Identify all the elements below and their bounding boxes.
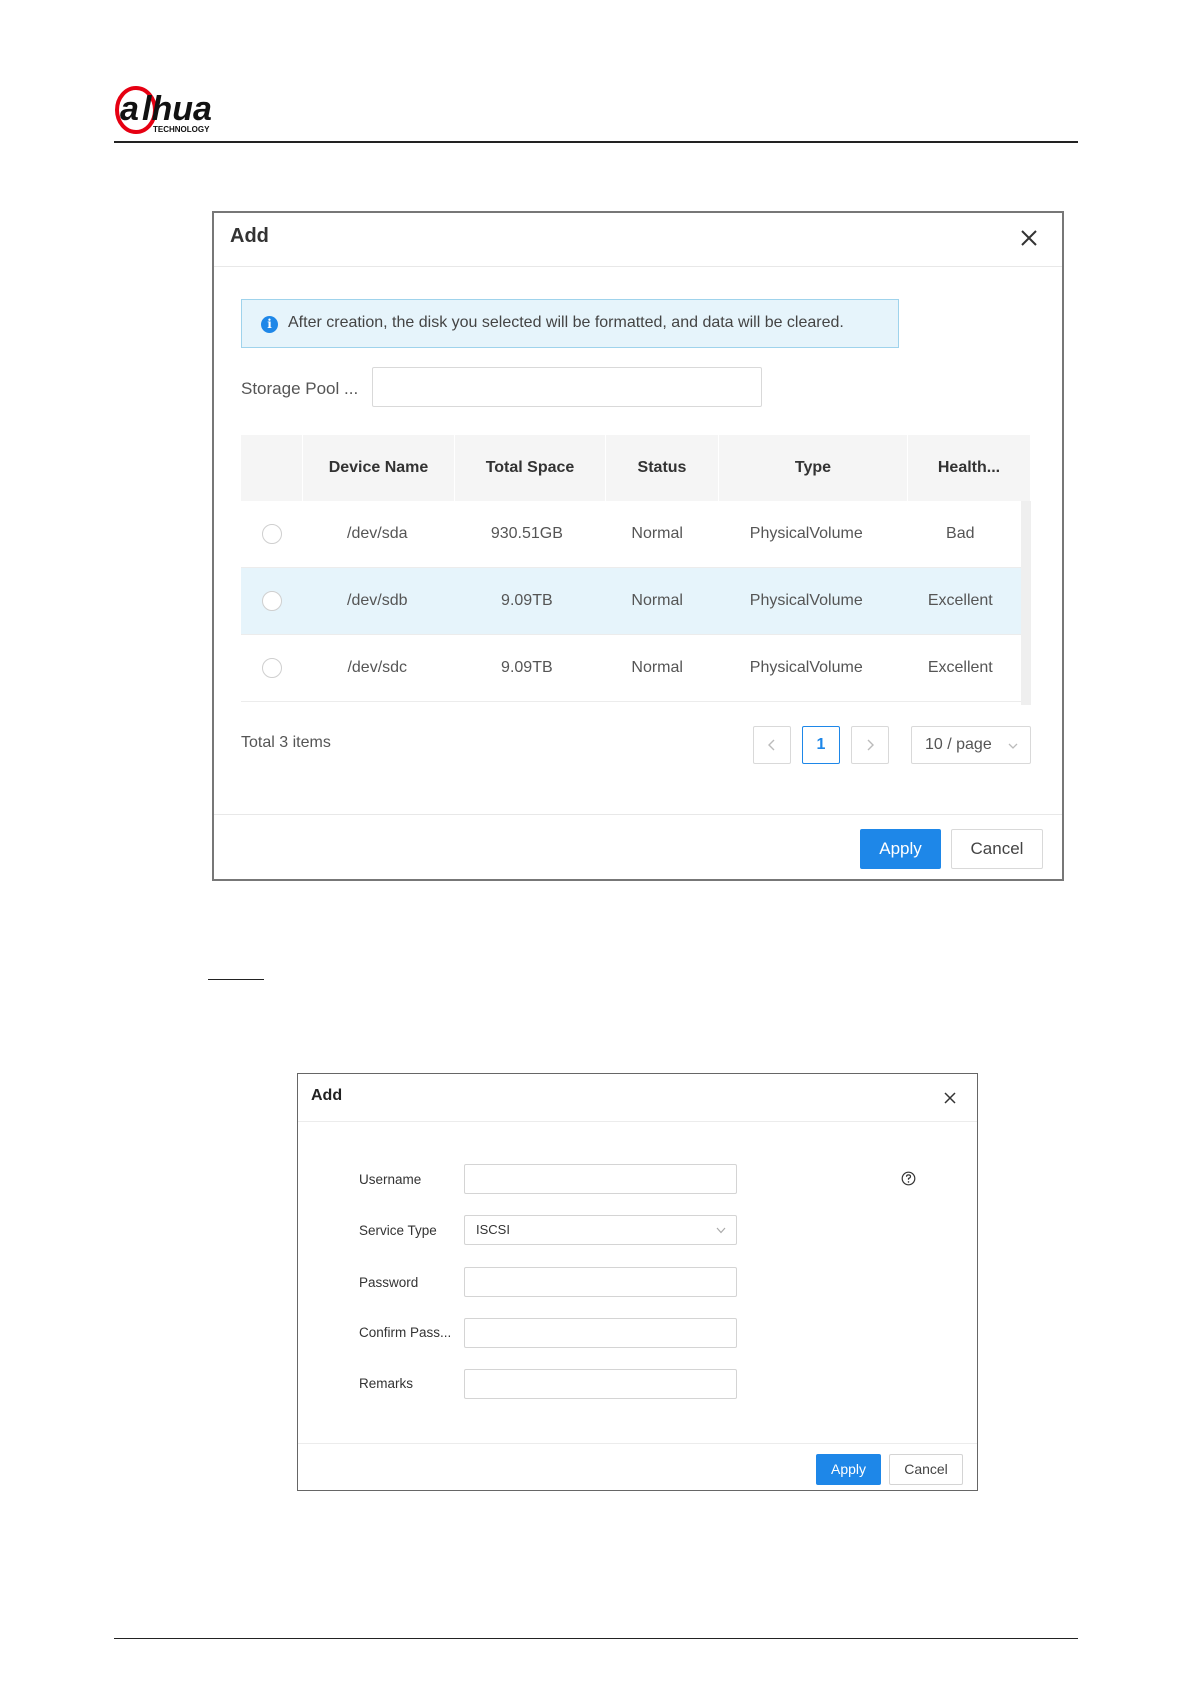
total-items-text: Total 3 items <box>241 734 331 751</box>
select-column-header <box>241 435 303 501</box>
total-space-cell: 9.09TB <box>501 659 553 676</box>
table-scrollbar[interactable] <box>1021 501 1031 705</box>
svg-text:TECHNOLOGY: TECHNOLOGY <box>153 125 210 134</box>
disk-table: Device Name Total Space Status Type Heal… <box>241 435 1031 705</box>
storage-pool-label: Storage Pool ... <box>241 379 359 398</box>
password-label: Password <box>359 1275 419 1290</box>
row-radio[interactable] <box>261 590 282 611</box>
username-label: Username <box>359 1172 422 1187</box>
next-page-button[interactable] <box>851 726 889 764</box>
remarks-input[interactable] <box>464 1369 737 1399</box>
confirm-password-input[interactable] <box>464 1318 737 1348</box>
table-row[interactable]: /dev/sdb 9.09TB Normal PhysicalVolume Ex… <box>241 568 1021 635</box>
status-cell: Normal <box>631 659 683 676</box>
close-icon[interactable] <box>1018 227 1040 249</box>
dialog-footer-divider <box>214 814 1062 815</box>
service-type-value: ISCSI <box>476 1222 510 1237</box>
health-cell: Excellent <box>927 659 993 676</box>
svg-text:a: a <box>120 90 139 128</box>
type-cell: PhysicalVolume <box>749 525 863 542</box>
row-select-cell <box>241 501 302 567</box>
close-icon[interactable] <box>943 1091 957 1105</box>
dahua-logo: a lhua TECHNOLOGY <box>115 86 212 134</box>
storage-pool-input[interactable] <box>372 367 762 407</box>
page-size-select[interactable]: 10 / page <box>911 726 1031 764</box>
header-rule <box>114 141 1078 143</box>
apply-button[interactable]: Apply <box>860 829 941 869</box>
total-space-cell: 9.09TB <box>501 592 553 609</box>
status-cell: Normal <box>631 525 683 542</box>
step-underline <box>208 979 264 980</box>
dialog-title: Add <box>311 1087 343 1104</box>
type-cell: PhysicalVolume <box>749 592 863 609</box>
health-cell: Bad <box>946 525 975 542</box>
dialog-title: Add <box>230 225 269 247</box>
info-alert: i After creation, the disk you selected … <box>241 299 899 348</box>
alert-text: After creation, the disk you selected wi… <box>288 314 844 331</box>
row-radio[interactable] <box>261 657 282 678</box>
remarks-label: Remarks <box>359 1376 414 1391</box>
username-input[interactable] <box>464 1164 737 1194</box>
health-cell: Excellent <box>927 592 993 609</box>
svg-text:lhua: lhua <box>142 90 212 128</box>
chevron-left-icon <box>768 739 775 751</box>
add-user-dialog: Add Username Service Type ISCSI Password… <box>297 1073 978 1491</box>
service-type-label: Service Type <box>359 1223 437 1238</box>
column-header[interactable]: Status <box>606 435 719 501</box>
service-type-select[interactable]: ISCSI <box>464 1215 737 1245</box>
chevron-right-icon <box>867 739 874 751</box>
cancel-button[interactable]: Cancel <box>889 1454 963 1485</box>
chevron-down-icon <box>1008 743 1018 749</box>
dialog-footer-divider <box>298 1443 977 1444</box>
row-radio[interactable] <box>261 523 282 544</box>
column-header[interactable]: Device Name <box>303 435 455 501</box>
confirm-password-label: Confirm Pass... <box>359 1325 452 1340</box>
row-select-cell <box>241 635 302 701</box>
device-name-cell: /dev/sdb <box>347 592 408 609</box>
password-input[interactable] <box>464 1267 737 1297</box>
device-name-cell: /dev/sdc <box>347 659 408 676</box>
footer-rule <box>114 1638 1078 1639</box>
column-header[interactable]: Total Space <box>455 435 606 501</box>
column-header[interactable]: Health... <box>908 435 1031 501</box>
column-header[interactable]: Type <box>719 435 908 501</box>
type-cell: PhysicalVolume <box>749 659 863 676</box>
device-name-cell: /dev/sda <box>347 525 408 542</box>
table-row[interactable]: /dev/sdc 9.09TB Normal PhysicalVolume Ex… <box>241 635 1021 702</box>
total-space-cell: 930.51GB <box>490 525 563 542</box>
status-cell: Normal <box>631 592 683 609</box>
dialog-header: Add <box>214 213 1062 267</box>
page-number-button[interactable]: 1 <box>802 726 840 764</box>
page-size-value: 10 / page <box>925 736 992 753</box>
cancel-button[interactable]: Cancel <box>951 829 1043 869</box>
apply-button[interactable]: Apply <box>816 1454 881 1485</box>
info-icon: i <box>261 316 278 333</box>
prev-page-button[interactable] <box>753 726 791 764</box>
table-row[interactable]: /dev/sda 930.51GB Normal PhysicalVolume … <box>241 501 1021 568</box>
table-header: Device Name Total Space Status Type Heal… <box>241 435 1031 501</box>
help-icon[interactable] <box>901 1171 916 1186</box>
add-storage-pool-dialog: Add i After creation, the disk you selec… <box>212 211 1064 881</box>
row-select-cell <box>241 568 302 634</box>
dialog-header: Add <box>298 1074 977 1122</box>
chevron-down-icon <box>716 1227 726 1234</box>
